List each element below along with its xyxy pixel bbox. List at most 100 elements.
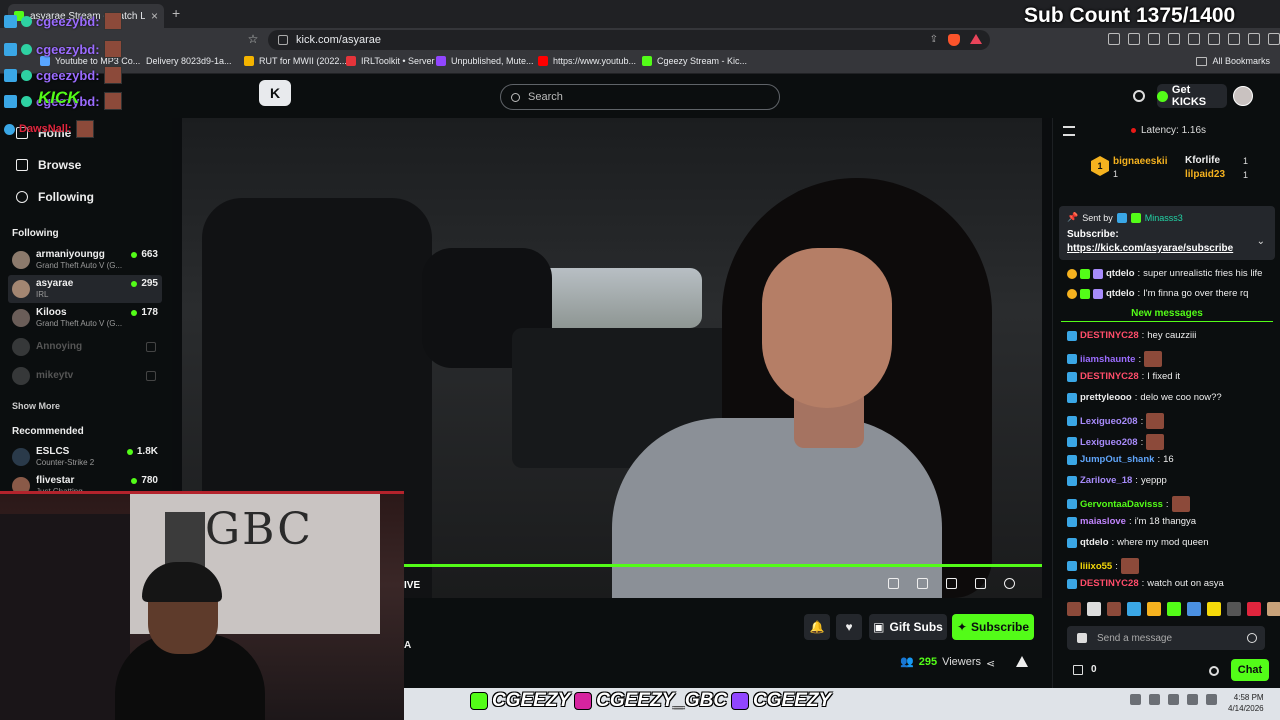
all-bookmarks[interactable]: All Bookmarks bbox=[1196, 56, 1270, 66]
chat-username[interactable]: JumpOut_shank bbox=[1080, 454, 1154, 465]
kick-logo[interactable]: K bbox=[259, 80, 291, 106]
chat-username[interactable]: Zarilove_18 bbox=[1080, 475, 1132, 486]
theater-mode-icon[interactable] bbox=[917, 578, 928, 589]
gift-icon: ▣ bbox=[873, 620, 885, 634]
chat-username[interactable]: DESTINYC28 bbox=[1080, 578, 1139, 589]
tray-icon[interactable] bbox=[1130, 694, 1141, 705]
chat-message: Lexigueo208: bbox=[1067, 413, 1165, 429]
settings-icon[interactable] bbox=[1004, 578, 1015, 589]
get-kicks-button[interactable]: Get KICKS bbox=[1157, 84, 1227, 108]
show-more-link[interactable]: Show More bbox=[12, 401, 60, 411]
extension-icon[interactable] bbox=[1128, 33, 1140, 45]
emote-icon[interactable] bbox=[1107, 602, 1121, 616]
emoji-icon[interactable] bbox=[1247, 633, 1257, 643]
following-channel[interactable]: asyarae IRL 295 bbox=[8, 275, 162, 303]
emote-icon[interactable] bbox=[1227, 602, 1241, 616]
brave-rewards-icon[interactable] bbox=[970, 34, 982, 44]
notifications-icon[interactable] bbox=[1133, 90, 1145, 102]
user-avatar[interactable] bbox=[1233, 86, 1253, 106]
gift-subs-button[interactable]: ▣ Gift Subs bbox=[869, 614, 947, 640]
browser-nav-bar: ☆ kick.com/asyarae ⇪ bbox=[0, 28, 1280, 52]
chat-username[interactable]: GervontaaDavisss bbox=[1080, 499, 1163, 510]
bookmark-item[interactable]: Cgeezy Stream - Kic... bbox=[642, 56, 747, 66]
chat-colon: : bbox=[1141, 330, 1145, 341]
recommended-channel[interactable]: ESLCS Counter-Strike 2 1.8K bbox=[8, 443, 162, 471]
menu-icon[interactable] bbox=[1268, 33, 1280, 45]
chat-username[interactable]: Lexigueo208 bbox=[1080, 437, 1138, 448]
chat-username[interactable]: DESTINYC28 bbox=[1080, 330, 1139, 341]
emote-icon[interactable] bbox=[1207, 602, 1221, 616]
chat-colon: : bbox=[1140, 415, 1144, 427]
badge-icon bbox=[1067, 268, 1077, 279]
vpn-icon[interactable] bbox=[1248, 33, 1260, 45]
chat-username[interactable]: qtdelo bbox=[1080, 537, 1109, 548]
media-icon[interactable] bbox=[1168, 33, 1180, 45]
share-icon[interactable]: ⋖ bbox=[986, 657, 995, 670]
clip-icon[interactable] bbox=[888, 578, 899, 589]
wallet-icon[interactable] bbox=[1208, 33, 1220, 45]
emote-icon[interactable] bbox=[1127, 602, 1141, 616]
chat-colon: : bbox=[1115, 560, 1118, 572]
kicks-balance[interactable]: 0 bbox=[1073, 664, 1097, 675]
chat-username[interactable]: DESTINYC28 bbox=[1080, 371, 1139, 382]
follow-button[interactable]: ♥ bbox=[836, 614, 862, 640]
bookmark-icon[interactable]: ☆ bbox=[246, 32, 260, 46]
chevron-down-icon[interactable]: ⌄ bbox=[1257, 236, 1265, 247]
share-icon[interactable]: ⇪ bbox=[930, 34, 938, 46]
folder-icon bbox=[1196, 56, 1208, 66]
report-icon[interactable] bbox=[1016, 656, 1028, 667]
send-chat-button[interactable]: Chat bbox=[1231, 659, 1269, 681]
leo-icon[interactable] bbox=[1228, 33, 1240, 45]
chat-username[interactable]: prettyleooo bbox=[1080, 392, 1132, 403]
search-input[interactable]: Search bbox=[500, 84, 780, 110]
users-icon: 👥 bbox=[900, 656, 914, 668]
pip-icon[interactable] bbox=[946, 578, 957, 589]
emote-icon[interactable] bbox=[1187, 602, 1201, 616]
brave-shield-icon[interactable] bbox=[948, 34, 960, 46]
tray-icon[interactable] bbox=[1149, 694, 1160, 705]
emote-icon[interactable] bbox=[1247, 602, 1261, 616]
fullscreen-icon[interactable] bbox=[975, 578, 986, 589]
sidebar-toggle-icon[interactable] bbox=[1188, 33, 1200, 45]
new-tab-icon[interactable]: + bbox=[172, 5, 180, 21]
chat-username[interactable]: liiixo55 bbox=[1080, 561, 1112, 572]
bookmark-item[interactable]: IRLToolkit • Server bbox=[346, 56, 435, 66]
following-channel-offline[interactable]: mikeytv bbox=[8, 362, 162, 390]
address-bar[interactable]: kick.com/asyarae ⇪ bbox=[268, 30, 990, 50]
sidebar-item-browse[interactable]: Browse bbox=[16, 158, 81, 172]
viewer-count: 178 bbox=[131, 307, 158, 318]
following-channel-offline[interactable]: Annoying bbox=[8, 333, 162, 361]
kicks-coin-icon bbox=[1157, 90, 1168, 102]
mic-icon[interactable] bbox=[1168, 694, 1179, 705]
pinned-link[interactable]: https://kick.com/asyarae/subscribe bbox=[1067, 243, 1267, 254]
emote-icon[interactable] bbox=[1167, 602, 1181, 616]
following-channel[interactable]: armaniyoungg Grand Theft Auto V (G... 66… bbox=[8, 246, 162, 274]
site-info-icon[interactable] bbox=[278, 35, 288, 45]
chat-input[interactable]: Send a message bbox=[1067, 626, 1265, 650]
emote-icon[interactable] bbox=[1087, 602, 1101, 616]
extension-icon[interactable] bbox=[1108, 33, 1120, 45]
sidebar-item-following[interactable]: Following bbox=[16, 190, 94, 204]
chat-username[interactable]: Lexigueo208 bbox=[1080, 416, 1138, 427]
bookmark-item[interactable]: Unpublished, Mute... bbox=[436, 56, 534, 66]
chat-settings-icon[interactable] bbox=[1209, 666, 1219, 676]
emote-icon[interactable] bbox=[1067, 602, 1081, 616]
new-messages-divider[interactable]: New messages bbox=[1061, 308, 1273, 322]
wifi-icon[interactable] bbox=[1187, 694, 1198, 705]
chat-command-icon[interactable] bbox=[1077, 633, 1087, 643]
emote-icon[interactable] bbox=[1267, 602, 1280, 616]
badge-icon bbox=[1067, 454, 1077, 465]
bookmark-item[interactable]: https://www.youtub... bbox=[538, 56, 636, 66]
chat-username[interactable]: maiaslove bbox=[1080, 516, 1126, 527]
subscribe-button[interactable]: ✦ Subscribe bbox=[952, 614, 1034, 640]
pinned-message[interactable]: 📌 Sent by Minasss3 Subscribe: https://ki… bbox=[1059, 206, 1275, 260]
system-clock[interactable]: 4:58 PM 4/14/2026 bbox=[1228, 692, 1264, 714]
extension-icon[interactable] bbox=[1148, 33, 1160, 45]
chat-username[interactable]: iiamshaunte bbox=[1080, 354, 1135, 365]
following-channel[interactable]: Kiloos Grand Theft Auto V (G... 178 bbox=[8, 304, 162, 332]
notify-button[interactable]: 🔔 bbox=[804, 614, 830, 640]
volume-icon[interactable] bbox=[1206, 694, 1217, 705]
collapse-chat-icon[interactable] bbox=[1063, 126, 1075, 136]
bookmark-item[interactable]: RUT for MWII (2022... bbox=[244, 56, 347, 66]
emote-icon[interactable] bbox=[1147, 602, 1161, 616]
